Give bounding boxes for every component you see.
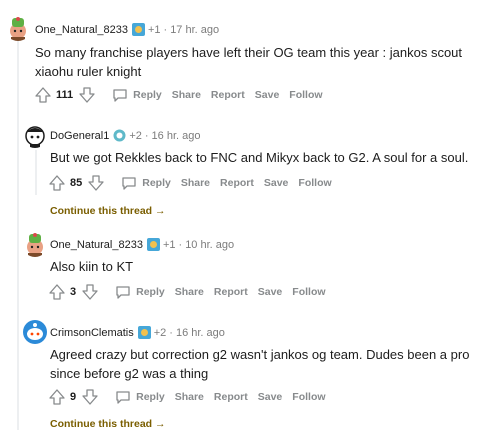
separator: · bbox=[169, 326, 173, 339]
save-button[interactable]: Save bbox=[264, 177, 289, 189]
follow-button[interactable]: Follow bbox=[292, 286, 325, 298]
comment-body: Agreed crazy but correction g2 wasn't ja… bbox=[50, 347, 470, 381]
comment-icon bbox=[116, 391, 130, 404]
karma: +1 bbox=[162, 238, 176, 251]
continue-thread-label: Continue this thread bbox=[50, 418, 153, 430]
upvote-icon[interactable] bbox=[34, 86, 52, 104]
comment-icon bbox=[113, 89, 127, 102]
user-avatar[interactable] bbox=[22, 122, 48, 148]
username[interactable]: CrimsonClematis bbox=[50, 327, 134, 339]
username[interactable]: One_Natural_8233 bbox=[35, 24, 128, 36]
karma: +1 bbox=[147, 23, 161, 36]
vote-count: 85 bbox=[70, 177, 83, 189]
continue-thread-label: Continue this thread bbox=[50, 205, 153, 217]
reply-button[interactable]: Reply bbox=[115, 389, 165, 405]
reply-label: Reply bbox=[136, 286, 165, 298]
report-button[interactable]: Report bbox=[211, 89, 245, 101]
follow-button[interactable]: Follow bbox=[298, 177, 331, 189]
vote-count: 9 bbox=[70, 391, 77, 403]
upvote-icon[interactable] bbox=[48, 174, 66, 192]
upvote-icon[interactable] bbox=[48, 283, 66, 301]
downvote-icon[interactable] bbox=[87, 174, 105, 192]
separator: · bbox=[163, 23, 168, 36]
separator: · bbox=[178, 238, 183, 251]
thread-line[interactable] bbox=[35, 150, 37, 195]
separator: · bbox=[144, 129, 149, 142]
username[interactable]: One_Natural_8233 bbox=[50, 239, 143, 251]
reply-button[interactable]: Reply bbox=[112, 87, 162, 103]
share-button[interactable]: Share bbox=[175, 286, 204, 298]
timestamp[interactable]: 10 hr. ago bbox=[185, 239, 234, 251]
follow-button[interactable]: Follow bbox=[292, 391, 325, 403]
report-button[interactable]: Report bbox=[220, 177, 254, 189]
arrow-right-icon: → bbox=[155, 418, 166, 430]
karma: +2 bbox=[129, 129, 142, 142]
reply-button[interactable]: Reply bbox=[121, 175, 171, 191]
vote-count: 3 bbox=[70, 286, 77, 298]
share-button[interactable]: Share bbox=[175, 391, 204, 403]
timestamp[interactable]: 16 hr. ago bbox=[176, 327, 225, 339]
flair-icon bbox=[137, 326, 151, 339]
upvote-icon[interactable] bbox=[48, 388, 66, 406]
comment-body: But we got Rekkles back to FNC and Mikyx… bbox=[50, 150, 469, 165]
reply-button[interactable]: Reply bbox=[115, 284, 165, 300]
comment-icon bbox=[116, 286, 130, 299]
timestamp[interactable]: 16 hr. ago bbox=[152, 130, 201, 142]
share-button[interactable]: Share bbox=[181, 177, 210, 189]
reply-label: Reply bbox=[136, 391, 165, 403]
comment-body: So many franchise players have left thei… bbox=[35, 45, 463, 79]
follow-button[interactable]: Follow bbox=[289, 89, 322, 101]
save-button[interactable]: Save bbox=[258, 286, 283, 298]
downvote-icon[interactable] bbox=[78, 86, 96, 104]
timestamp[interactable]: 17 hr. ago bbox=[170, 24, 219, 36]
thread-line[interactable] bbox=[17, 40, 19, 430]
save-button[interactable]: Save bbox=[255, 89, 280, 101]
continue-thread-link[interactable]: Continue this thread → bbox=[50, 205, 166, 217]
arrow-right-icon: → bbox=[155, 205, 166, 217]
flair-icon bbox=[131, 23, 145, 36]
user-avatar[interactable] bbox=[22, 319, 48, 345]
comment-body: Also kiin to KT bbox=[50, 259, 134, 274]
user-avatar[interactable] bbox=[22, 231, 48, 257]
continue-thread-link[interactable]: Continue this thread → bbox=[50, 418, 166, 430]
comment-icon bbox=[122, 177, 136, 190]
report-button[interactable]: Report bbox=[214, 391, 248, 403]
downvote-icon[interactable] bbox=[81, 283, 99, 301]
username[interactable]: DoGeneral1 bbox=[50, 130, 109, 142]
flair-icon bbox=[113, 129, 126, 142]
save-button[interactable]: Save bbox=[258, 391, 283, 403]
report-button[interactable]: Report bbox=[214, 286, 248, 298]
flair-icon bbox=[146, 238, 160, 251]
downvote-icon[interactable] bbox=[81, 388, 99, 406]
reply-label: Reply bbox=[133, 89, 162, 101]
karma: +2 bbox=[153, 326, 167, 339]
user-avatar[interactable] bbox=[5, 15, 31, 41]
share-button[interactable]: Share bbox=[172, 89, 201, 101]
vote-count: 111 bbox=[56, 89, 74, 101]
reply-label: Reply bbox=[142, 177, 171, 189]
